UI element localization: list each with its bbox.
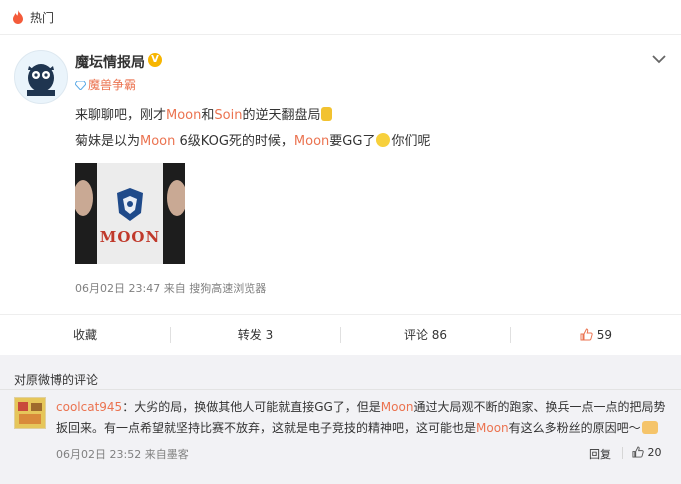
comment-text: coolcat945：大劣的局，换做其他人可能就直接GG了，但是Moon通过大局… (56, 400, 666, 435)
moon-poster-image (75, 163, 185, 264)
thumbs-up-icon (632, 446, 644, 458)
avatar-image (15, 398, 45, 428)
divider (0, 389, 681, 390)
comment-meta: 06月02日 23:52 来自墨客 (56, 446, 189, 462)
repost-button[interactable]: 转发 3 (171, 315, 340, 355)
hashtag-link[interactable]: Moon (476, 421, 509, 435)
commenter-name[interactable]: coolcat945 (56, 400, 122, 414)
owl-logo-icon (27, 64, 55, 96)
hashtag-link[interactable]: Moon (294, 134, 329, 149)
post-timestamp[interactable]: 06月02日 23:47 (75, 282, 160, 295)
action-bar: 收藏 转发 3 评论 86 59 (0, 314, 681, 356)
source-name: 魔兽争霸 (88, 78, 137, 92)
image-caption: MOON (99, 228, 161, 246)
post-text-line-1: 来聊聊吧，刚才Moon和Soin的逆天翻盘局 (75, 104, 333, 123)
hashtag-link[interactable]: Soin (214, 108, 242, 123)
diamond-icon (75, 81, 86, 90)
laugh-cry-emoji-icon (376, 133, 391, 147)
post-text-line-2: 菊妹是以为Moon 6级KOG死的时候，Moon要GG了 你们呢 (75, 133, 431, 149)
comment-section: 对原微博的评论 coolcat945：大劣的局，换做其他人可能就直接GG了，但是… (0, 355, 681, 484)
flame-icon (13, 10, 23, 24)
post-image[interactable]: MOON (75, 163, 185, 264)
weibo-card: 热门 魔坛情报局 V 魔兽争霸 来聊聊吧，刚才Moon和Soin的逆天翻盘局 菊… (0, 0, 681, 484)
divider (622, 447, 623, 459)
post-client: 来自 搜狗高速浏览器 (163, 282, 267, 295)
comment-client: 来自墨客 (144, 448, 189, 461)
author-avatar[interactable] (14, 50, 68, 104)
comment-like-button[interactable]: 20 (632, 446, 662, 459)
verified-badge-icon: V (148, 53, 162, 67)
like-button[interactable]: 59 (511, 315, 681, 355)
hashtag-link[interactable]: Moon (166, 108, 201, 123)
comment-section-title: 对原微博的评论 (14, 373, 99, 387)
comment-time: 06月02日 23:52 (56, 448, 142, 461)
author-name[interactable]: 魔坛情报局 (75, 52, 145, 72)
post-meta: 06月02日 23:47 来自 搜狗高速浏览器 (75, 280, 266, 296)
thumbs-up-icon (580, 328, 593, 341)
chevron-down-icon[interactable] (652, 54, 666, 64)
hot-label: 热门 (30, 11, 55, 25)
hashtag-link[interactable]: Moon (381, 400, 414, 414)
strong-arm-emoji-icon (641, 421, 658, 434)
commenter-avatar[interactable] (14, 397, 46, 429)
hashtag-link[interactable]: Moon (140, 134, 175, 149)
favorite-button[interactable]: 收藏 (0, 315, 170, 355)
reply-button[interactable]: 回复 (589, 446, 611, 462)
trophy-emoji-icon (321, 107, 333, 121)
comment-button[interactable]: 评论 86 (341, 315, 510, 355)
source-tag[interactable]: 魔兽争霸 (75, 76, 136, 93)
hot-header: 热门 (0, 0, 681, 35)
